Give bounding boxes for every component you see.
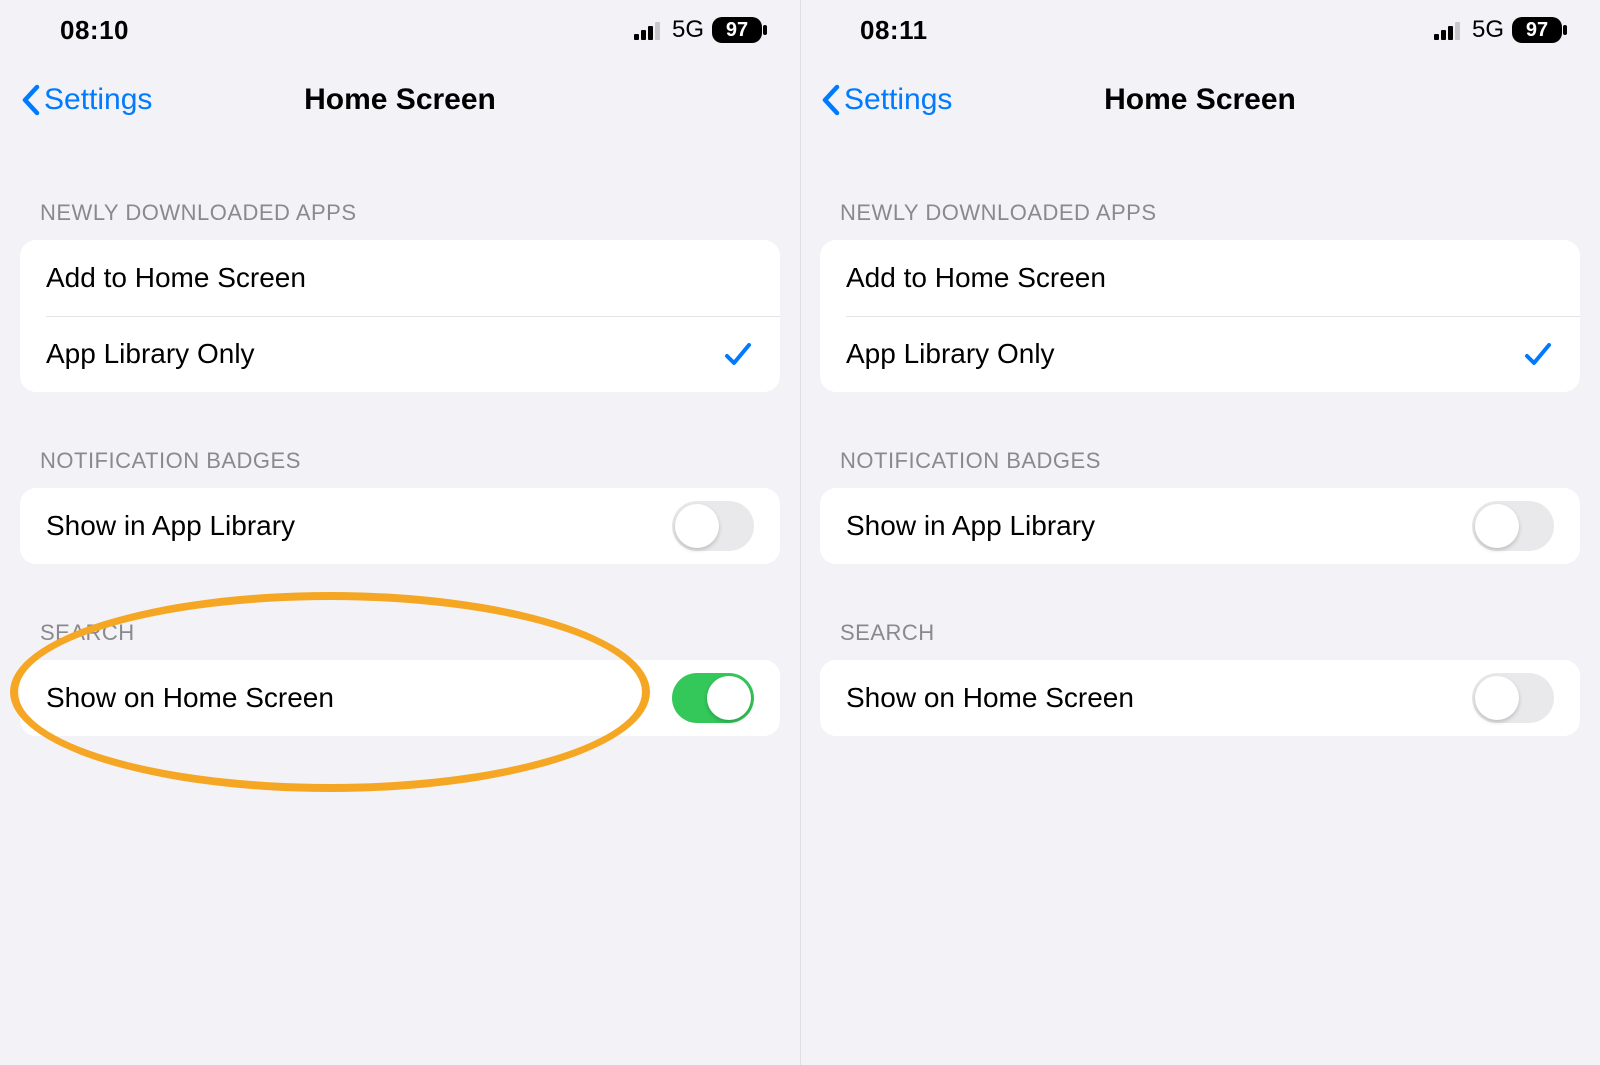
option-label: App Library Only [846, 338, 1055, 370]
option-label: Add to Home Screen [846, 262, 1106, 294]
section-header-search: SEARCH [20, 564, 780, 660]
chevron-left-icon [820, 83, 842, 117]
screen-right: 08:11 5G 97 Settings Home Screen NEWLY D… [800, 0, 1600, 1065]
page-title: Home Screen [1104, 83, 1296, 117]
page-title: Home Screen [304, 83, 496, 117]
toggle-show-on-home-screen[interactable] [1472, 673, 1554, 723]
group-search: Show on Home Screen [20, 660, 780, 736]
group-notification-badges: Show in App Library [820, 488, 1580, 564]
group-notification-badges: Show in App Library [20, 488, 780, 564]
section-header-newly-downloaded: NEWLY DOWNLOADED APPS [820, 140, 1580, 240]
toggle-show-in-app-library[interactable] [672, 501, 754, 551]
back-button[interactable]: Settings [820, 83, 952, 117]
content-area: NEWLY DOWNLOADED APPS Add to Home Screen… [800, 140, 1600, 736]
status-right: 5G 97 [634, 16, 762, 44]
checkmark-icon [722, 338, 754, 370]
option-add-to-home-screen[interactable]: Add to Home Screen [820, 240, 1580, 316]
row-show-in-app-library[interactable]: Show in App Library [820, 488, 1580, 564]
status-bar: 08:10 5G 97 [0, 0, 800, 60]
battery-indicator: 97 [712, 17, 762, 43]
back-button[interactable]: Settings [20, 83, 152, 117]
status-time: 08:10 [60, 15, 129, 46]
row-show-in-app-library[interactable]: Show in App Library [20, 488, 780, 564]
row-label: Show in App Library [46, 510, 295, 542]
cellular-signal-icon [1434, 20, 1464, 40]
cellular-signal-icon [634, 20, 664, 40]
screen-divider [800, 0, 801, 1065]
toggle-show-on-home-screen[interactable] [672, 673, 754, 723]
content-area: NEWLY DOWNLOADED APPS Add to Home Screen… [0, 140, 800, 736]
row-label: Show on Home Screen [46, 682, 334, 714]
back-label: Settings [844, 83, 952, 117]
screen-left: 08:10 5G 97 Settings Home Screen NEWLY D… [0, 0, 800, 1065]
row-show-on-home-screen[interactable]: Show on Home Screen [820, 660, 1580, 736]
option-app-library-only[interactable]: App Library Only [820, 316, 1580, 392]
group-newly-downloaded: Add to Home Screen App Library Only [20, 240, 780, 392]
section-header-search: SEARCH [820, 564, 1580, 660]
group-search: Show on Home Screen [820, 660, 1580, 736]
navigation-bar: Settings Home Screen [800, 60, 1600, 140]
group-newly-downloaded: Add to Home Screen App Library Only [820, 240, 1580, 392]
toggle-show-in-app-library[interactable] [1472, 501, 1554, 551]
row-label: Show in App Library [846, 510, 1095, 542]
status-right: 5G 97 [1434, 16, 1562, 44]
section-header-newly-downloaded: NEWLY DOWNLOADED APPS [20, 140, 780, 240]
network-type: 5G [1472, 16, 1504, 44]
status-time: 08:11 [860, 15, 928, 46]
section-header-notification-badges: NOTIFICATION BADGES [20, 392, 780, 488]
option-label: Add to Home Screen [46, 262, 306, 294]
option-app-library-only[interactable]: App Library Only [20, 316, 780, 392]
section-header-notification-badges: NOTIFICATION BADGES [820, 392, 1580, 488]
battery-indicator: 97 [1512, 17, 1562, 43]
row-show-on-home-screen[interactable]: Show on Home Screen [20, 660, 780, 736]
option-add-to-home-screen[interactable]: Add to Home Screen [20, 240, 780, 316]
status-bar: 08:11 5G 97 [800, 0, 1600, 60]
checkmark-icon [1522, 338, 1554, 370]
network-type: 5G [672, 16, 704, 44]
option-label: App Library Only [46, 338, 255, 370]
navigation-bar: Settings Home Screen [0, 60, 800, 140]
chevron-left-icon [20, 83, 42, 117]
back-label: Settings [44, 83, 152, 117]
row-label: Show on Home Screen [846, 682, 1134, 714]
